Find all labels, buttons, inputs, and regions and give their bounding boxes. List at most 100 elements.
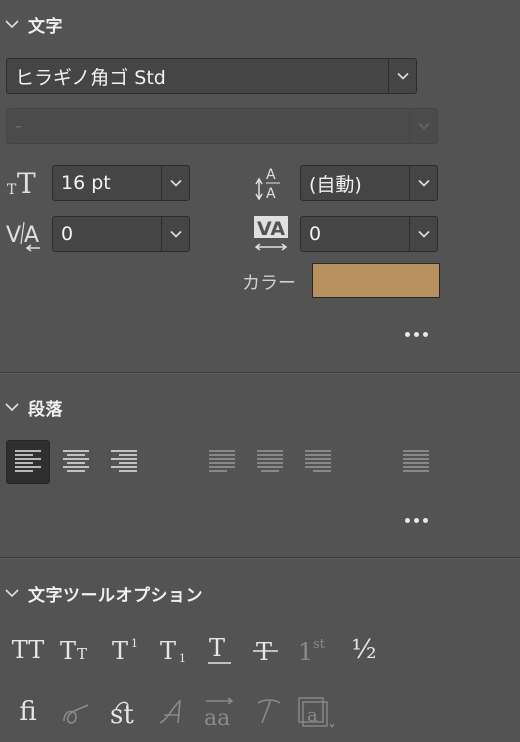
strikethrough-icon: T xyxy=(253,638,278,665)
type-tool-options-header[interactable]: 文字ツールオプション xyxy=(0,575,203,611)
tracking-icon: VA xyxy=(254,216,288,251)
underline-icon: T xyxy=(208,634,231,664)
chevron-down-icon[interactable] xyxy=(388,59,416,93)
chevron-down-icon[interactable] xyxy=(4,585,20,601)
align-right-icon xyxy=(111,450,137,472)
svg-text:A: A xyxy=(24,223,39,248)
svg-text:aa: aa xyxy=(204,706,230,729)
subscript-icon: T1 xyxy=(160,637,186,665)
color-swatch[interactable] xyxy=(312,263,440,298)
svg-text:1: 1 xyxy=(131,637,138,650)
chevron-down-icon[interactable] xyxy=(4,399,20,415)
tracking-dropdown[interactable]: 0 xyxy=(300,216,438,252)
small-caps-button[interactable]: TT xyxy=(56,632,96,668)
titling-alternates-button[interactable] xyxy=(248,692,288,732)
font-size-dropdown[interactable]: 16 pt xyxy=(52,165,190,201)
svg-text:T: T xyxy=(77,645,87,663)
ordinals-icon: 1st xyxy=(298,637,326,665)
font-size-value: 16 pt xyxy=(61,172,111,194)
more-options-icon[interactable] xyxy=(405,518,428,523)
svg-text:T: T xyxy=(7,182,17,198)
kerning-dropdown[interactable]: 0 xyxy=(52,216,190,252)
justify-all-icon xyxy=(403,450,429,472)
justify-last-right-icon xyxy=(305,450,331,472)
subscript-button[interactable]: T1 xyxy=(156,632,196,668)
tracking-value: 0 xyxy=(309,223,322,245)
justify-last-left-icon xyxy=(209,450,235,472)
stylistic-alternates-icon: aa xyxy=(204,697,234,729)
svg-text:1: 1 xyxy=(179,652,186,665)
more-options-icon[interactable] xyxy=(405,332,428,337)
justify-last-center-button[interactable] xyxy=(248,440,292,484)
chevron-down-icon[interactable] xyxy=(409,109,437,143)
font-style-value: - xyxy=(15,115,22,137)
all-caps-icon: TT xyxy=(11,636,45,664)
font-size-icon: T T xyxy=(7,168,36,198)
kerning-value: 0 xyxy=(61,223,74,245)
svg-text:T: T xyxy=(112,637,128,665)
svg-text:a: a xyxy=(307,705,318,726)
stylistic-alternates-button[interactable]: aa xyxy=(200,692,240,732)
svg-text:T: T xyxy=(60,637,76,665)
svg-text:T: T xyxy=(160,637,176,665)
superscript-button[interactable]: T1 xyxy=(108,632,148,668)
character-section-title: 文字 xyxy=(28,16,63,37)
chevron-down-icon[interactable] xyxy=(161,166,189,200)
font-family-value: ヒラギノ角ゴ Std xyxy=(15,66,166,89)
align-right-button[interactable] xyxy=(102,440,146,484)
stylistic-sets-icon: a xyxy=(298,697,335,729)
swash-button[interactable] xyxy=(152,692,192,732)
fractions-button[interactable]: ½ xyxy=(344,632,384,668)
font-style-dropdown[interactable]: - xyxy=(6,108,438,144)
kerning-icon: V A xyxy=(6,221,40,252)
strikethrough-button[interactable]: T xyxy=(246,632,286,668)
align-center-icon xyxy=(63,450,89,472)
contextual-alternates-button[interactable] xyxy=(56,692,100,732)
stylistic-sets-button[interactable]: a xyxy=(294,692,338,732)
paragraph-section-title: 段落 xyxy=(28,399,63,420)
discretionary-ligatures-icon: st xyxy=(110,700,134,729)
svg-text:A: A xyxy=(266,167,276,183)
underline-button[interactable]: T xyxy=(200,632,240,668)
section-divider xyxy=(0,557,520,559)
svg-text:VA: VA xyxy=(257,218,285,240)
color-label: カラー xyxy=(242,273,296,294)
align-left-icon xyxy=(15,450,41,472)
chevron-down-icon[interactable] xyxy=(4,16,20,32)
svg-text:st: st xyxy=(313,637,326,652)
svg-text:A: A xyxy=(266,186,276,202)
chevron-down-icon[interactable] xyxy=(409,217,437,251)
standard-ligatures-icon: fi xyxy=(19,697,37,727)
svg-text:1: 1 xyxy=(298,638,313,665)
justify-last-center-icon xyxy=(257,450,283,472)
standard-ligatures-button[interactable]: fi xyxy=(8,692,48,732)
discretionary-ligatures-button[interactable]: st xyxy=(104,692,144,732)
justify-last-right-button[interactable] xyxy=(296,440,340,484)
font-family-dropdown[interactable]: ヒラギノ角ゴ Std xyxy=(6,58,417,94)
all-caps-button[interactable]: TT xyxy=(8,632,48,668)
leading-value: (自動) xyxy=(309,173,362,196)
align-left-button[interactable] xyxy=(6,440,50,484)
chevron-down-icon[interactable] xyxy=(409,166,437,200)
section-divider xyxy=(0,372,520,374)
svg-text:V: V xyxy=(6,223,21,248)
chevron-down-icon[interactable] xyxy=(161,217,189,251)
svg-text:T: T xyxy=(209,634,225,662)
fractions-icon: ½ xyxy=(351,635,377,665)
type-tool-options-title: 文字ツールオプション xyxy=(28,585,203,606)
paragraph-section-header[interactable]: 段落 xyxy=(0,389,63,425)
ordinals-button[interactable]: 1st xyxy=(296,632,336,668)
swash-icon xyxy=(159,699,181,724)
justify-all-button[interactable] xyxy=(394,440,438,484)
justify-last-left-button[interactable] xyxy=(200,440,244,484)
character-section-header[interactable]: 文字 xyxy=(0,6,63,42)
titling-alternates-icon xyxy=(257,699,281,724)
svg-text:st: st xyxy=(110,700,134,729)
leading-icon: A A xyxy=(255,167,280,202)
svg-text:T: T xyxy=(17,168,36,198)
contextual-alternates-icon xyxy=(63,704,89,724)
small-caps-icon: TT xyxy=(60,637,87,665)
superscript-icon: T1 xyxy=(112,637,138,665)
align-center-button[interactable] xyxy=(54,440,98,484)
leading-dropdown[interactable]: (自動) xyxy=(300,165,438,201)
